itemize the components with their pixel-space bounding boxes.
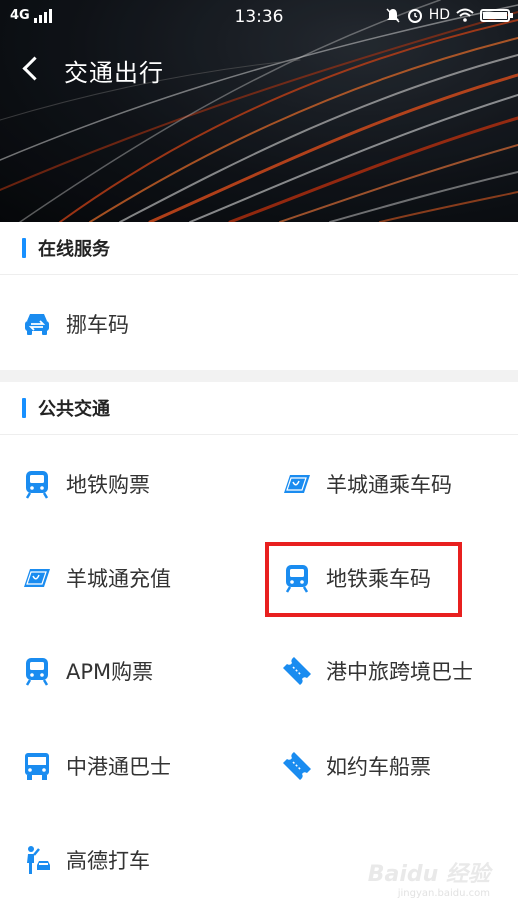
transit-item-ctg-crossborder-bus[interactable]: 港中旅跨境巴士 bbox=[282, 639, 473, 703]
item-label: 羊城通充值 bbox=[66, 567, 171, 591]
transit-item-yct-ride-code[interactable]: 羊城通乘车码 bbox=[282, 452, 452, 516]
transit-item-apm-ticket[interactable]: APM购票 bbox=[22, 639, 153, 703]
ticket-icon bbox=[282, 656, 312, 686]
section-header: 在线服务 bbox=[0, 222, 518, 275]
section-header: 公共交通 bbox=[0, 382, 518, 435]
service-item-move-car-code[interactable]: 挪车码 bbox=[22, 292, 129, 356]
bus-icon bbox=[22, 751, 52, 781]
ticket-icon bbox=[282, 751, 312, 781]
transit-item-amap-taxi[interactable]: 高德打车 bbox=[22, 828, 150, 892]
wifi-icon bbox=[456, 8, 474, 22]
transit-item-yct-topup[interactable]: 羊城通充值 bbox=[22, 546, 171, 610]
item-label: 挪车码 bbox=[66, 313, 129, 337]
item-label: APM购票 bbox=[66, 660, 154, 684]
status-bar: 4G 13:36 HD bbox=[0, 0, 518, 36]
battery-icon bbox=[480, 8, 513, 22]
item-label: 如约车船票 bbox=[326, 755, 431, 779]
hd-indicator: HD bbox=[428, 7, 450, 23]
section-marker bbox=[22, 238, 26, 258]
mute-bell-icon bbox=[386, 8, 400, 23]
section-online-services: 在线服务 挪车码 bbox=[0, 222, 518, 370]
transit-item-ruyue-ferry-ticket[interactable]: 如约车船票 bbox=[282, 734, 431, 798]
card-icon bbox=[282, 469, 312, 499]
taxi-hail-icon bbox=[22, 845, 52, 875]
item-label: 港中旅跨境巴士 bbox=[326, 660, 473, 684]
item-label: 高德打车 bbox=[66, 849, 150, 873]
transit-item-metro-ticket[interactable]: 地铁购票 bbox=[22, 452, 150, 516]
section-public-transport: 公共交通 地铁购票 羊城通乘车码 羊城通充值 地铁乘车码 APM购票 港中旅跨境… bbox=[0, 382, 518, 911]
alarm-icon bbox=[407, 9, 422, 23]
section-title: 公共交通 bbox=[38, 399, 110, 420]
metro-icon bbox=[22, 469, 52, 499]
header-banner: 4G 13:36 HD 交通出行 bbox=[0, 0, 518, 222]
item-label: 羊城通乘车码 bbox=[326, 473, 452, 497]
transit-item-zgt-bus[interactable]: 中港通巴士 bbox=[22, 734, 171, 798]
title-bar: 交通出行 bbox=[0, 48, 518, 92]
item-label: 地铁购票 bbox=[66, 473, 150, 497]
section-title: 在线服务 bbox=[38, 239, 110, 260]
metro-icon bbox=[22, 656, 52, 686]
section-marker bbox=[22, 398, 26, 418]
item-label: 中港通巴士 bbox=[66, 755, 171, 779]
back-icon[interactable] bbox=[14, 48, 54, 92]
card-icon bbox=[22, 563, 52, 593]
baidu-jingyan-watermark: Baidu 经验 jingyan.baidu.com bbox=[367, 862, 490, 899]
highlight-box bbox=[265, 542, 462, 617]
car-front-icon bbox=[22, 309, 52, 339]
page-title: 交通出行 bbox=[64, 58, 164, 87]
